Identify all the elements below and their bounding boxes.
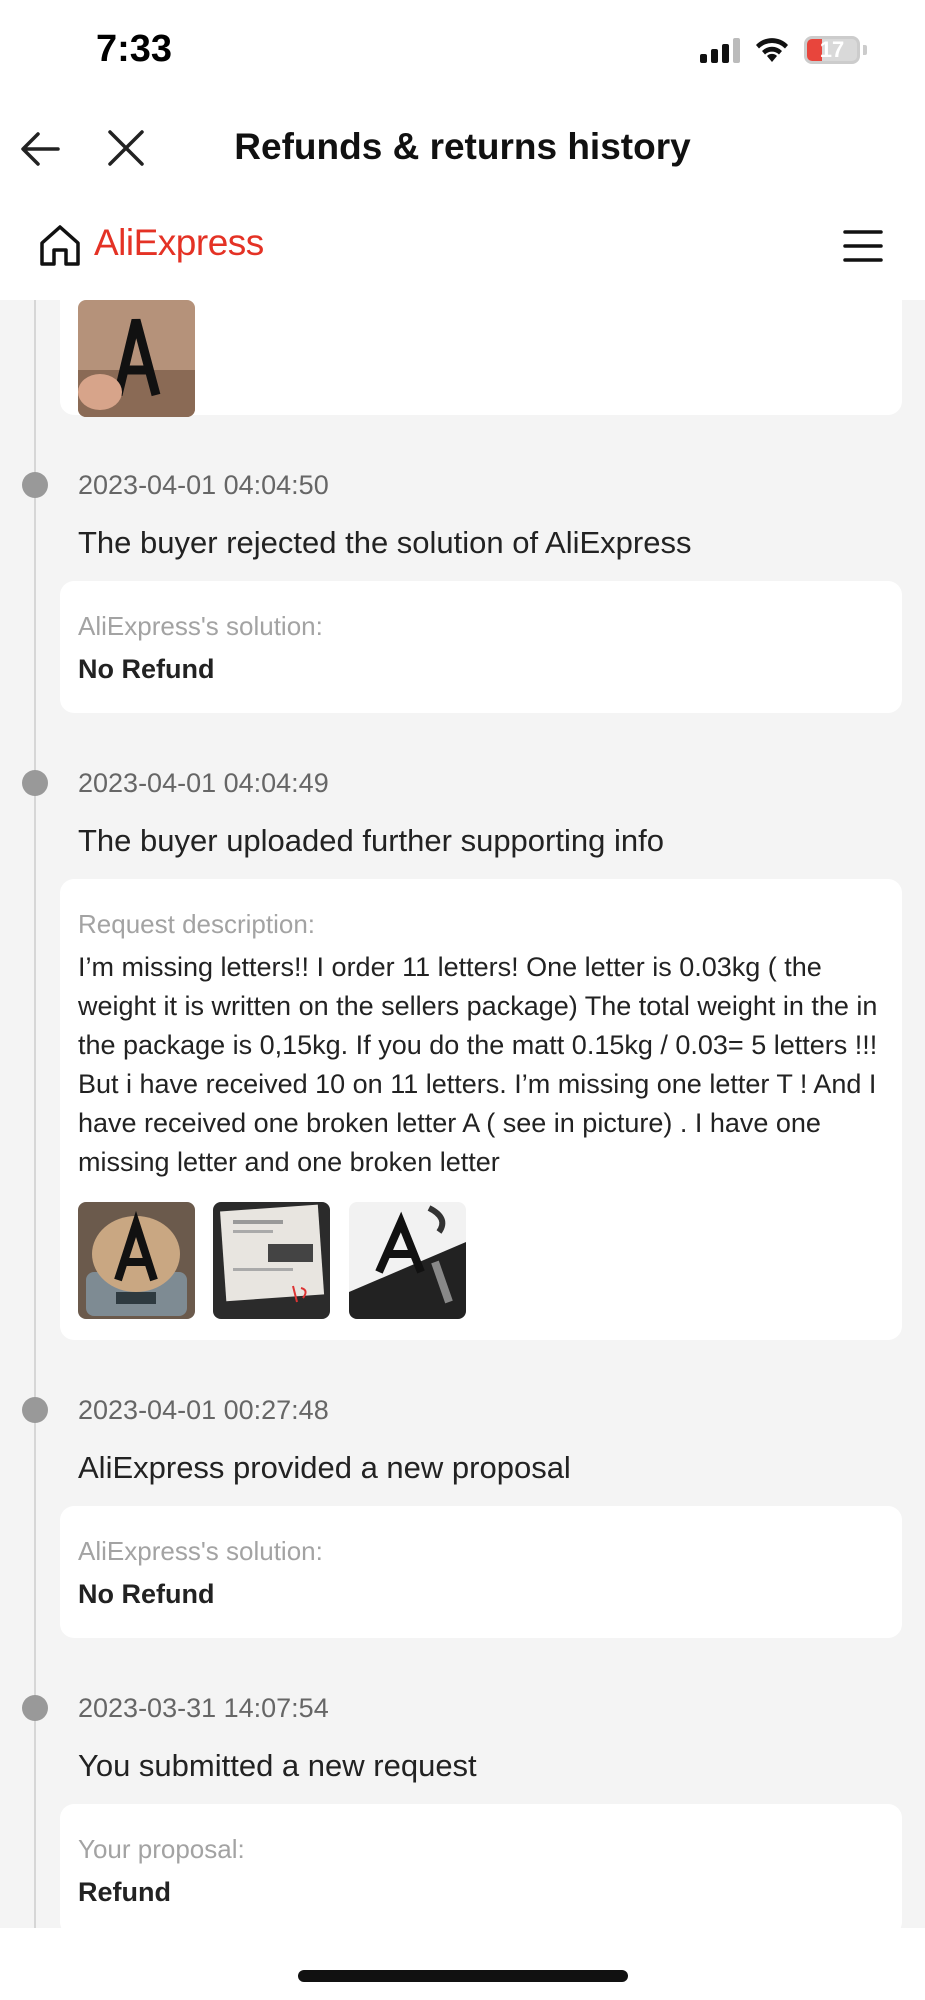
timeline-dot [22,770,48,796]
event-title: The buyer uploaded further supporting in… [78,823,664,858]
solution-value: No Refund [78,654,215,684]
home-indicator[interactable] [298,1970,628,1982]
event-title: AliExpress provided a new proposal [78,1450,571,1485]
wifi-icon [756,38,788,62]
previous-event-card [60,300,902,417]
navigation-bar: Refunds & returns history [0,100,925,200]
evidence-photos [78,1202,884,1324]
refund-history-timeline: 2023-04-01 04:04:50 The buyer rejected t… [0,300,925,1928]
status-time: 7:33 [96,28,173,70]
battery-level: 17 [819,37,845,62]
solution-label: AliExpress's solution: [78,611,323,641]
aliexpress-logo[interactable]: AliExpress [94,222,264,264]
status-icons: 17 [700,36,867,64]
app-header: AliExpress [0,200,925,300]
bottom-safe-area [0,1928,925,2000]
timeline-dot [22,1397,48,1423]
battery-icon: 17 [804,36,860,64]
event-timestamp: 2023-03-31 14:07:54 [78,1693,329,1723]
request-description-text: I’m missing letters!! I order 11 letters… [78,952,878,1177]
home-icon[interactable] [36,222,84,270]
evidence-photo-broken-letter[interactable] [348,1202,466,1319]
proposal-value: Refund [78,1877,171,1907]
solution-label: AliExpress's solution: [78,1536,323,1566]
hamburger-menu-icon[interactable] [843,228,883,264]
event-timestamp: 2023-04-01 04:04:50 [78,470,329,500]
proposal-label: Your proposal: [78,1834,245,1864]
event-timestamp: 2023-04-01 00:27:48 [78,1395,329,1425]
solution-value: No Refund [78,1579,215,1609]
event-detail-card: AliExpress's solution: No Refund [60,581,902,713]
timeline-dot [22,1695,48,1721]
evidence-photo-scale[interactable] [78,1202,195,1319]
status-bar: 7:33 17 [0,0,925,100]
timeline-dot [22,472,48,498]
event-timestamp: 2023-04-01 04:04:49 [78,768,329,798]
cellular-signal-icon [700,37,740,63]
evidence-photo-letter-a[interactable] [78,300,195,417]
event-title: You submitted a new request [78,1748,477,1783]
request-description-label: Request description: [78,909,316,939]
evidence-photo-package-label[interactable] [213,1202,331,1319]
event-detail-card: Request description: I’m missing letters… [60,879,902,1340]
event-title: The buyer rejected the solution of AliEx… [78,525,692,560]
page-title: Refunds & returns history [234,126,691,167]
event-detail-card: AliExpress's solution: No Refund [60,1506,902,1638]
event-detail-card: Your proposal: Refund [60,1804,902,1928]
timeline-line [34,300,36,1928]
